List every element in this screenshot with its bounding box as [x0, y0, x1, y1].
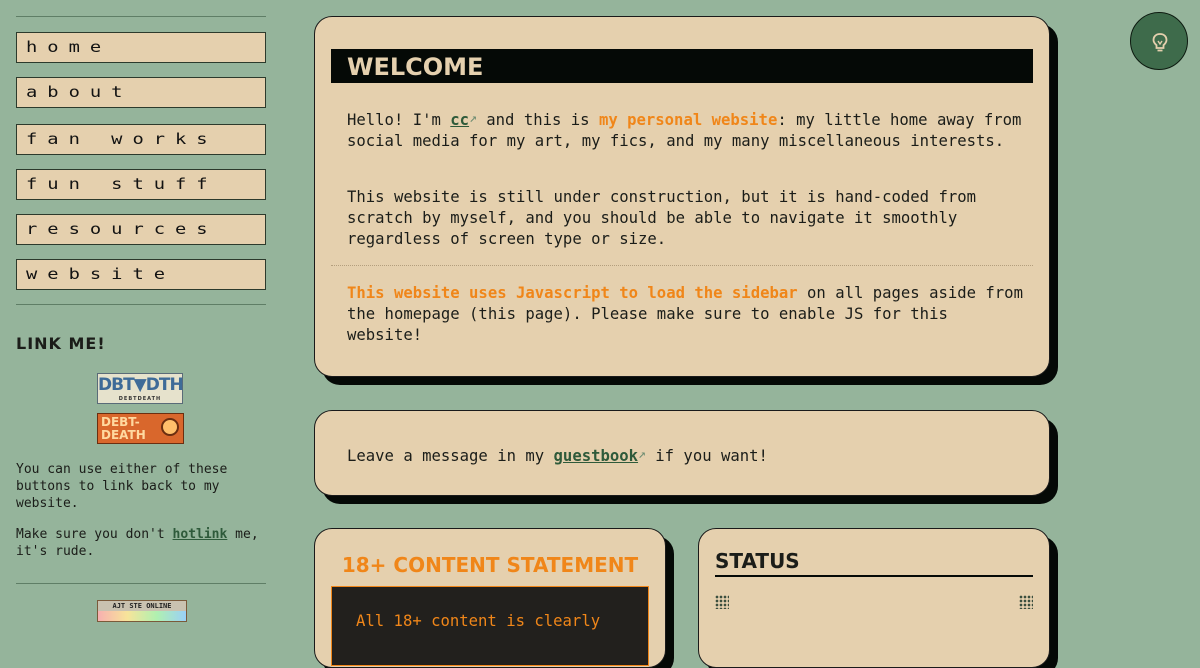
- construction-paragraph: This website is still under construction…: [347, 188, 977, 248]
- external-link-icon: ↗: [469, 111, 477, 126]
- guestbook-text-before: Leave a message in my: [347, 447, 554, 465]
- theme-toggle-button[interactable]: [1130, 12, 1188, 70]
- welcome-title: WELCOME: [331, 49, 1033, 83]
- sidebar: home about fan works fun stuff resources…: [16, 16, 266, 622]
- intro-highlight: my personal website: [598, 111, 778, 129]
- sidebar-top-divider: [16, 16, 266, 17]
- nav-fan-works-button[interactable]: fan works: [16, 124, 266, 155]
- welcome-intro-paragraph: Hello! I'm cc↗ and this is my personal w…: [347, 108, 1027, 152]
- nav-website-label: website: [26, 265, 176, 283]
- javascript-notice-highlight: This website uses Javascript to load the…: [347, 284, 798, 302]
- link-me-heading: LINK ME!: [16, 334, 106, 353]
- sidebar-bottom-divider: [16, 583, 266, 584]
- intro-text-a: Hello! I'm: [347, 111, 451, 129]
- nav-about-button[interactable]: about: [16, 77, 266, 108]
- pixel-decoration-icon: [715, 595, 729, 609]
- nav-home-button[interactable]: home: [16, 32, 266, 63]
- hotlink-link[interactable]: hotlink: [173, 527, 228, 542]
- content-statement-body: All 18+ content is clearly: [331, 586, 649, 666]
- pixel-decoration-icon: [1019, 595, 1033, 609]
- nav-fan-works-label: fan works: [26, 130, 218, 148]
- nav-website-button[interactable]: website: [16, 259, 266, 290]
- author-link[interactable]: cc: [450, 111, 469, 129]
- nav-fun-stuff-button[interactable]: fun stuff: [16, 169, 266, 200]
- guestbook-link[interactable]: guestbook: [554, 447, 639, 465]
- guestbook-card: Leave a message in my guestbook↗ if you …: [314, 410, 1050, 496]
- badge-1-subtext: DEBTDEATH: [118, 396, 162, 402]
- badge-3-text: AJT STE ONLINE: [98, 601, 186, 611]
- link-button-badge-1[interactable]: DBT▼DTH DEBTDEATH: [97, 373, 184, 404]
- nav-fun-stuff-label: fun stuff: [26, 175, 218, 193]
- javascript-notice-paragraph: This website uses Javascript to load the…: [347, 283, 1027, 346]
- welcome-card: WELCOME Hello! I'm cc↗ and this is my pe…: [314, 16, 1050, 377]
- content-statement-card: 18+ CONTENT STATEMENT All 18+ content is…: [314, 528, 666, 668]
- link-button-badge-2[interactable]: DEBT- DEATH: [97, 413, 184, 444]
- status-card: STATUS: [698, 528, 1050, 668]
- content-statement-title: 18+ CONTENT STATEMENT: [341, 553, 639, 577]
- intro-text-b: and this is: [476, 111, 599, 129]
- status-title: STATUS: [715, 549, 1033, 577]
- nav-home-label: home: [26, 38, 112, 56]
- sidebar-nav: home about fan works fun stuff resources…: [16, 32, 266, 290]
- badge-1-text: DBT▼DTH: [98, 375, 184, 395]
- mug-icon: [161, 418, 179, 436]
- guestbook-message: Leave a message in my guestbook↗ if you …: [347, 444, 1027, 467]
- guestbook-text-after: if you want!: [645, 447, 768, 465]
- welcome-divider: [331, 265, 1033, 266]
- lightbulb-icon: [1152, 33, 1168, 52]
- nav-resources-button[interactable]: resources: [16, 214, 266, 245]
- external-link-icon: ↗: [638, 447, 646, 462]
- hotlink-text-before: Make sure you don't: [16, 527, 173, 542]
- link-button-badge-3[interactable]: AJT STE ONLINE: [97, 600, 187, 622]
- sidebar-nav-divider: [16, 304, 266, 305]
- hotlink-notice: Make sure you don't hotlink me, it's rud…: [16, 526, 266, 560]
- nav-about-label: about: [26, 83, 133, 101]
- link-back-text: You can use either of these buttons to l…: [16, 462, 228, 511]
- nav-resources-label: resources: [26, 220, 218, 238]
